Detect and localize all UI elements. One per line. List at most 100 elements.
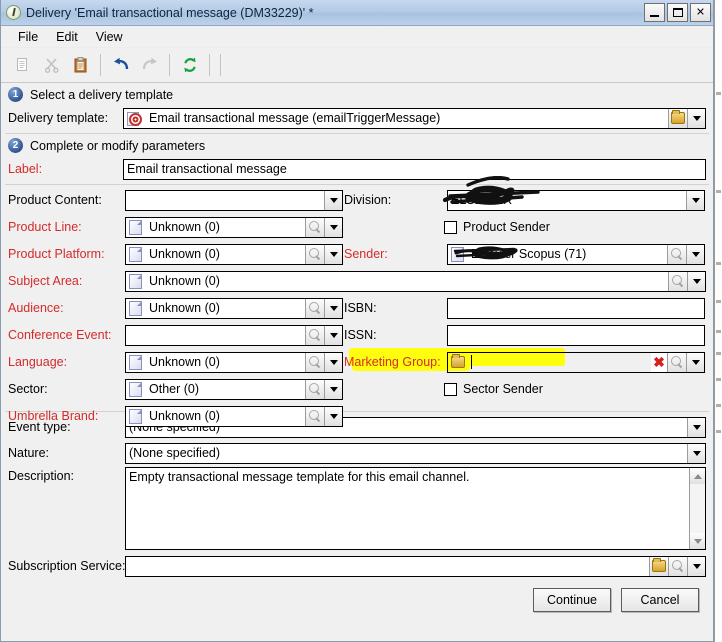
umbrella-brand-control[interactable]: Unknown (0) — [125, 405, 343, 427]
product-platform-control[interactable]: Unknown (0) — [125, 243, 343, 265]
product-sender-label: Product Sender — [463, 220, 550, 234]
row-conference-event: Conference Event: — [1, 322, 343, 348]
marketing-group-label: Marketing Group: — [344, 355, 441, 369]
marketing-group-search-button[interactable] — [667, 352, 686, 372]
chevron-down-icon — [329, 413, 338, 419]
copy-button[interactable] — [9, 52, 36, 79]
search-icon — [309, 248, 321, 260]
nature-dropdown-button[interactable] — [687, 443, 705, 463]
document-icon — [129, 408, 142, 424]
division-dropdown-button[interactable] — [686, 190, 704, 210]
marketing-group-clear-button[interactable]: ✖ — [651, 352, 667, 372]
row-nature: Nature: (None specified) — [1, 440, 713, 466]
chevron-down-icon — [329, 197, 338, 203]
umbrella-brand-dropdown-button[interactable] — [324, 406, 342, 426]
language-dropdown-button[interactable] — [324, 352, 342, 372]
search-icon — [671, 356, 683, 368]
menu-view[interactable]: View — [87, 28, 132, 46]
sender-dropdown-button[interactable] — [686, 244, 704, 264]
chevron-down-icon — [692, 563, 701, 569]
menu-file[interactable]: File — [9, 28, 47, 46]
language-control[interactable]: Unknown (0) — [125, 351, 343, 373]
conference-event-dropdown-button[interactable] — [324, 325, 342, 345]
product-line-dropdown-button[interactable] — [324, 217, 342, 237]
language-value: Unknown (0) — [149, 354, 220, 369]
subscription-service-control[interactable] — [125, 555, 706, 577]
row-marketing-group: Marketing Group: ✖ — [344, 349, 705, 375]
conference-event-control[interactable] — [125, 324, 343, 346]
sender-control[interactable]: Elsevier Scopus (71) — [447, 243, 705, 265]
audience-control[interactable]: Unknown (0) — [125, 297, 343, 319]
nature-value: (None specified) — [129, 445, 221, 460]
product-line-control[interactable]: Unknown (0) — [125, 216, 343, 238]
description-scrollbar[interactable] — [689, 468, 705, 549]
description-textarea[interactable]: Empty transactional message template for… — [125, 467, 706, 550]
marketing-group-control[interactable]: ✖ — [447, 351, 705, 373]
toolbar-separator — [220, 54, 221, 76]
product-platform-search-button[interactable] — [305, 244, 324, 264]
chevron-down-icon — [329, 386, 338, 392]
scroll-track[interactable] — [690, 484, 705, 533]
subscription-service-search-button[interactable] — [668, 556, 687, 576]
step-2-label: Complete or modify parameters — [30, 138, 206, 153]
delivery-template-dropdown-button[interactable] — [687, 108, 705, 128]
undo-button[interactable] — [107, 52, 134, 79]
product-line-search-button[interactable] — [305, 217, 324, 237]
audience-search-button[interactable] — [305, 298, 324, 318]
row-description: Description: Empty transactional message… — [1, 467, 713, 550]
dialog-actions: Continue Cancel — [1, 580, 713, 612]
audience-dropdown-button[interactable] — [324, 298, 342, 318]
label-value: Email transactional message — [127, 161, 287, 176]
product-content-control[interactable] — [125, 189, 343, 211]
division-label: Division: — [344, 193, 392, 207]
continue-button[interactable]: Continue — [533, 588, 611, 612]
document-icon — [129, 381, 142, 397]
conference-event-search-button[interactable] — [305, 325, 324, 345]
minimize-icon — [650, 15, 659, 17]
background-window-strip — [714, 0, 722, 642]
delivery-template-control[interactable]: Email transactional message (emailTrigge… — [123, 107, 706, 129]
application-window: Delivery 'Email transactional message (D… — [0, 0, 722, 642]
folder-icon — [451, 354, 465, 368]
delivery-icon — [6, 5, 21, 20]
cut-button[interactable] — [38, 52, 65, 79]
subscription-service-dropdown-button[interactable] — [687, 556, 705, 576]
step-2-header: 2 Complete or modify parameters — [1, 136, 713, 156]
description-label: Description: — [8, 469, 74, 483]
division-control[interactable]: ELSEVIER — [447, 189, 705, 211]
delivery-template-label: Delivery template: — [8, 111, 109, 125]
search-icon — [309, 221, 321, 233]
paste-button[interactable] — [67, 52, 94, 79]
maximize-button[interactable] — [667, 3, 688, 22]
subscription-service-browse-button[interactable] — [649, 556, 668, 576]
menu-edit[interactable]: Edit — [47, 28, 87, 46]
umbrella-brand-search-button[interactable] — [305, 406, 324, 426]
nature-control[interactable]: (None specified) — [125, 442, 706, 464]
sender-search-button[interactable] — [667, 244, 686, 264]
sender-value: Elsevier Scopus (71) — [471, 246, 587, 261]
isbn-input[interactable] — [447, 297, 705, 319]
search-icon — [309, 410, 321, 422]
scroll-down-button[interactable] — [690, 533, 705, 549]
marketing-group-dropdown-button[interactable] — [686, 352, 704, 372]
redo-button[interactable] — [136, 52, 163, 79]
sector-control[interactable]: Other (0) — [125, 378, 343, 400]
cancel-button[interactable]: Cancel — [621, 588, 699, 612]
minimize-button[interactable] — [644, 3, 665, 22]
label-input[interactable]: Email transactional message — [123, 158, 706, 180]
refresh-button[interactable] — [176, 52, 203, 79]
delivery-template-browse-button[interactable] — [668, 108, 687, 128]
scroll-up-button[interactable] — [690, 468, 705, 484]
event-type-dropdown-button[interactable] — [687, 417, 705, 437]
sector-search-button[interactable] — [305, 379, 324, 399]
issn-label: ISSN: — [344, 328, 377, 342]
language-search-button[interactable] — [305, 352, 324, 372]
issn-input[interactable] — [447, 324, 705, 346]
product-content-dropdown-button[interactable] — [324, 190, 342, 210]
search-icon — [309, 383, 321, 395]
sector-sender-checkbox[interactable] — [444, 382, 457, 396]
sector-dropdown-button[interactable] — [324, 379, 342, 399]
product-platform-dropdown-button[interactable] — [324, 244, 342, 264]
close-button[interactable]: ✕ — [690, 3, 711, 22]
product-sender-checkbox[interactable] — [444, 220, 457, 234]
